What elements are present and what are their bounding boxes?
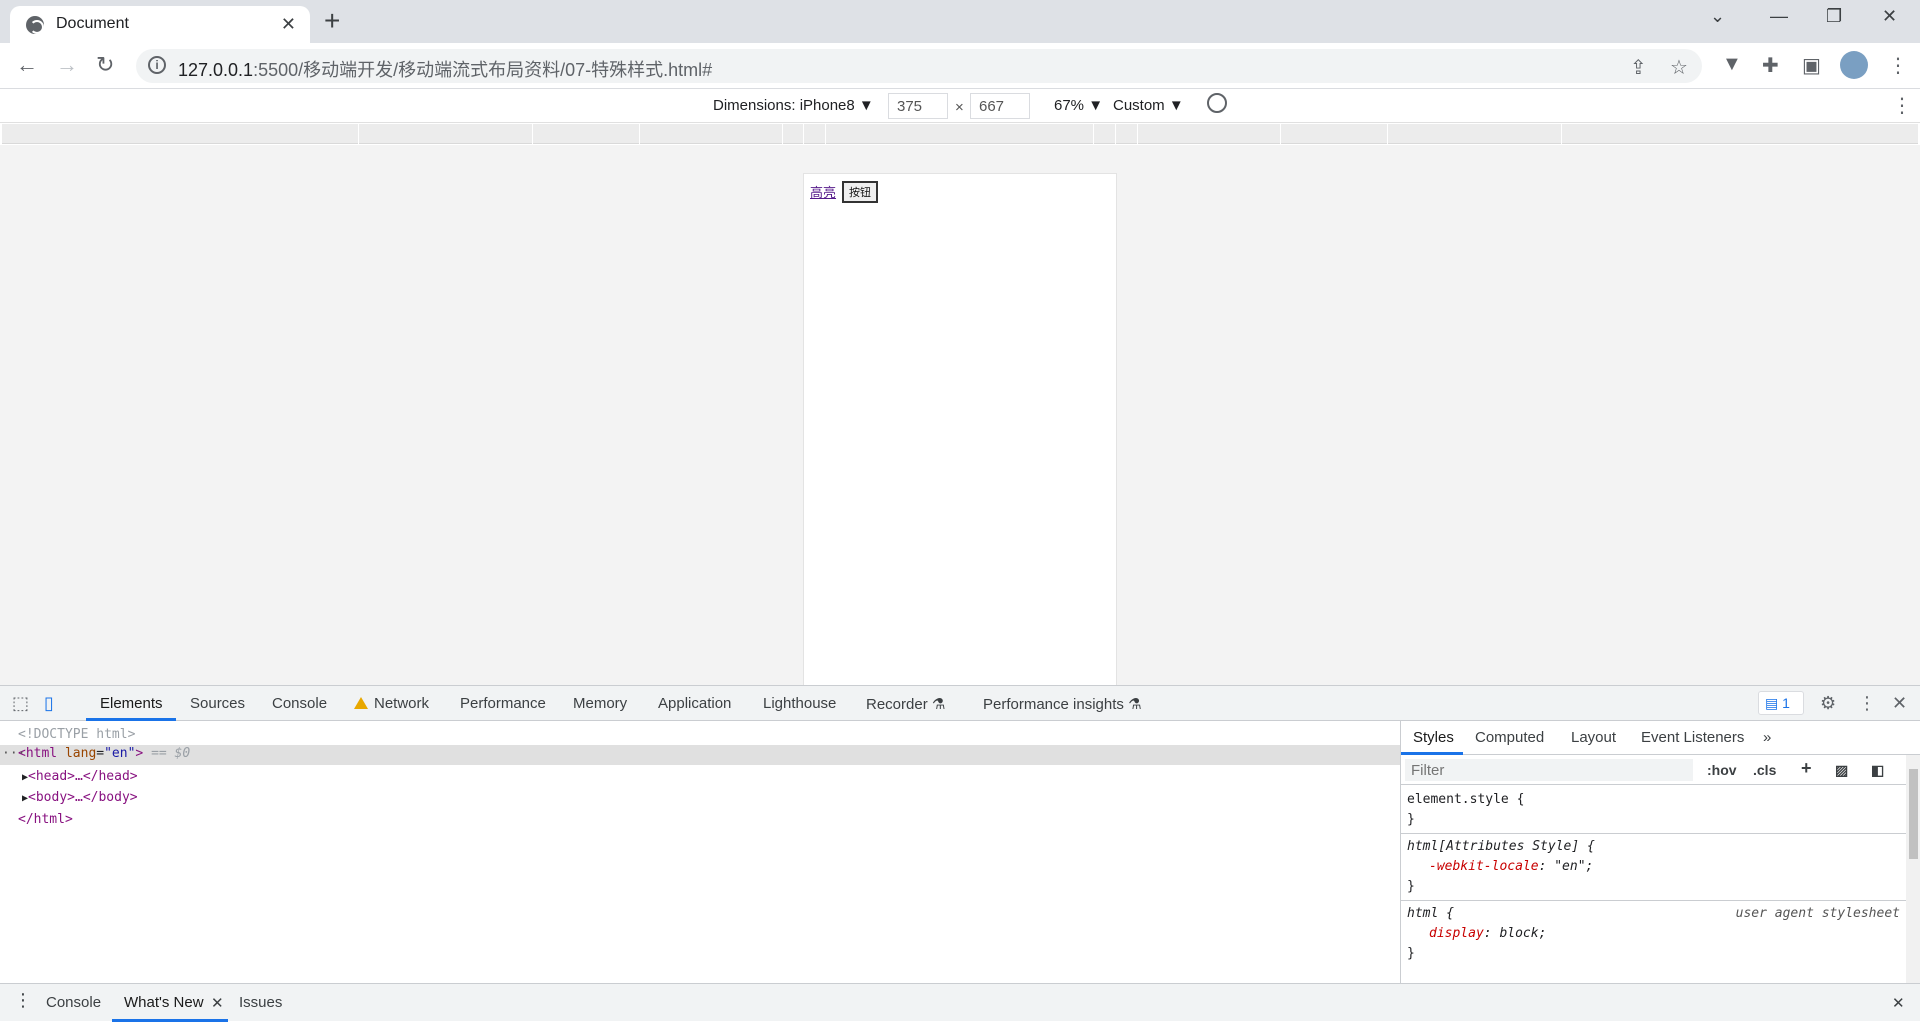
reload-icon[interactable]: ↻ [96, 51, 114, 79]
styles-scrollbar[interactable] [1906, 755, 1920, 983]
profile-avatar[interactable] [1840, 51, 1868, 79]
tab-console[interactable]: Console [272, 695, 327, 712]
close-tab-icon[interactable]: ✕ [281, 14, 296, 35]
forward-icon[interactable]: → [56, 51, 78, 79]
device-height-input[interactable] [970, 93, 1030, 119]
extensions-puzzle-icon[interactable]: ✚ [1762, 53, 1779, 78]
drawer-tab-whats-new[interactable]: What's New [124, 994, 204, 1011]
bookmark-star-icon[interactable]: ☆ [1670, 55, 1688, 80]
close-whats-new-icon[interactable]: ✕ [211, 994, 224, 1012]
styles-filter-input[interactable] [1405, 759, 1693, 781]
zoom-select[interactable]: 67% ▼ [1054, 97, 1103, 114]
close-drawer-icon[interactable]: ✕ [1892, 994, 1905, 1012]
hov-toggle[interactable]: :hov [1707, 762, 1737, 778]
device-toggle-icon[interactable]: ▯ [44, 693, 54, 714]
close-devtools-icon[interactable]: ✕ [1892, 693, 1907, 714]
chrome-menu-icon[interactable]: ⋮ [1888, 53, 1908, 78]
device-more-icon[interactable]: ⋮ [1892, 93, 1912, 118]
toggle-sidebar-icon[interactable]: ◧ [1871, 762, 1884, 779]
tab-application[interactable]: Application [658, 695, 731, 712]
elements-tree: <!DOCTYPE html> ··· <html lang="en"> == $… [0, 721, 1400, 1014]
highlight-link[interactable]: 高亮 [810, 182, 836, 201]
devtools-panel: ⬚ ▯ Elements Sources Console Network Per… [0, 685, 1920, 1022]
tab-lighthouse[interactable]: Lighthouse [763, 695, 836, 712]
devtools-menu-icon[interactable]: ⋮ [1858, 693, 1876, 714]
doctype-node[interactable]: <!DOCTYPE html> [18, 727, 135, 742]
issues-badge[interactable]: ▤ 1 [1758, 691, 1804, 715]
styles-tabbar: Styles Computed Layout Event Listeners » [1401, 721, 1920, 755]
device-toolbar: Dimensions: iPhone8 ▼ × 67% ▼ Custom ▼ ⋮ [0, 89, 1920, 123]
close-window-icon[interactable]: ✕ [1882, 6, 1897, 27]
address-bar[interactable]: i 127.0.0.1:5500/移动端开发/移动端流式布局资料/07-特殊样式… [136, 49, 1702, 83]
browser-tab[interactable]: Document ✕ [10, 6, 310, 43]
dimension-times: × [955, 99, 964, 116]
inspect-element-icon[interactable]: ⬚ [12, 693, 29, 714]
minimize-icon[interactable]: — [1770, 6, 1788, 27]
share-icon[interactable]: ⇪ [1630, 55, 1647, 80]
tab-layout[interactable]: Layout [1571, 729, 1616, 746]
emulated-viewport-area: 高亮 按钮 [0, 145, 1920, 685]
drawer-tab-issues[interactable]: Issues [239, 994, 282, 1011]
more-tabs-icon[interactable]: » [1763, 729, 1771, 746]
vue-extension-icon[interactable]: ▼ [1722, 53, 1742, 76]
tab-event-listeners[interactable]: Event Listeners [1641, 729, 1744, 746]
body-node[interactable]: ▶<body>…</body> [22, 790, 138, 805]
tab-performance-insights[interactable]: Performance insights ⚗ [983, 695, 1142, 713]
rule-html-ua[interactable]: html { user agent stylesheet display: bl… [1401, 901, 1906, 967]
device-select[interactable]: Dimensions: iPhone8 ▼ [713, 97, 874, 114]
tab-computed[interactable]: Computed [1475, 729, 1544, 746]
new-tab-button[interactable]: + [324, 6, 340, 36]
styles-filter-row: :hov .cls + ▨ ◧ [1401, 755, 1906, 785]
warning-icon [354, 697, 368, 709]
back-icon[interactable]: ← [16, 51, 38, 79]
devtools-tabbar: ⬚ ▯ Elements Sources Console Network Per… [0, 686, 1920, 721]
cls-toggle[interactable]: .cls [1753, 762, 1776, 778]
ua-stylesheet-label: user agent stylesheet [1735, 906, 1900, 921]
site-info-icon[interactable]: i [148, 56, 166, 74]
tab-search-icon[interactable]: ⌄ [1710, 6, 1725, 27]
rotate-icon[interactable] [1207, 93, 1227, 113]
html-close-node[interactable]: </html> [18, 812, 73, 827]
devtools-drawer: ⋮ Console What's New ✕ Issues ✕ [0, 983, 1920, 1022]
tab-strip: Document ✕ + ⌄ — ❐ ✕ [0, 0, 1920, 43]
globe-icon [26, 16, 44, 34]
drawer-menu-icon[interactable]: ⋮ [14, 990, 32, 1011]
rule-attributes-style[interactable]: html[Attributes Style] { -webkit-locale:… [1401, 834, 1906, 901]
throttle-select[interactable]: Custom ▼ [1113, 97, 1184, 114]
device-width-input[interactable] [888, 93, 948, 119]
tab-recorder[interactable]: Recorder ⚗ [866, 695, 945, 713]
paint-icon[interactable]: ▨ [1835, 762, 1848, 779]
tab-performance[interactable]: Performance [460, 695, 546, 712]
device-screen: 高亮 按钮 [803, 173, 1117, 685]
tab-memory[interactable]: Memory [573, 695, 627, 712]
new-rule-icon[interactable]: + [1801, 758, 1812, 779]
page-button[interactable]: 按钮 [842, 181, 878, 203]
tab-network[interactable]: Network [354, 695, 429, 712]
tab-elements[interactable]: Elements [100, 695, 163, 712]
html-node-selected[interactable]: ··· <html lang="en"> == $0 [0, 745, 1400, 765]
media-query-bar[interactable] [2, 124, 1918, 144]
side-panel-icon[interactable]: ▣ [1802, 53, 1821, 78]
tab-styles[interactable]: Styles [1413, 729, 1454, 746]
browser-toolbar: ← → ↻ i 127.0.0.1:5500/移动端开发/移动端流式布局资料/0… [0, 43, 1920, 89]
head-node[interactable]: ▶<head>…</head> [22, 769, 138, 784]
settings-gear-icon[interactable]: ⚙ [1820, 693, 1836, 714]
rule-element-style[interactable]: element.style { } [1401, 787, 1906, 834]
restore-icon[interactable]: ❐ [1826, 6, 1842, 27]
tab-sources[interactable]: Sources [190, 695, 245, 712]
drawer-tab-console[interactable]: Console [46, 994, 101, 1011]
styles-sidebar: Styles Computed Layout Event Listeners »… [1400, 721, 1920, 983]
tab-title: Document [56, 15, 129, 32]
url-text[interactable]: 127.0.0.1:5500/移动端开发/移动端流式布局资料/07-特殊样式.h… [178, 56, 712, 82]
